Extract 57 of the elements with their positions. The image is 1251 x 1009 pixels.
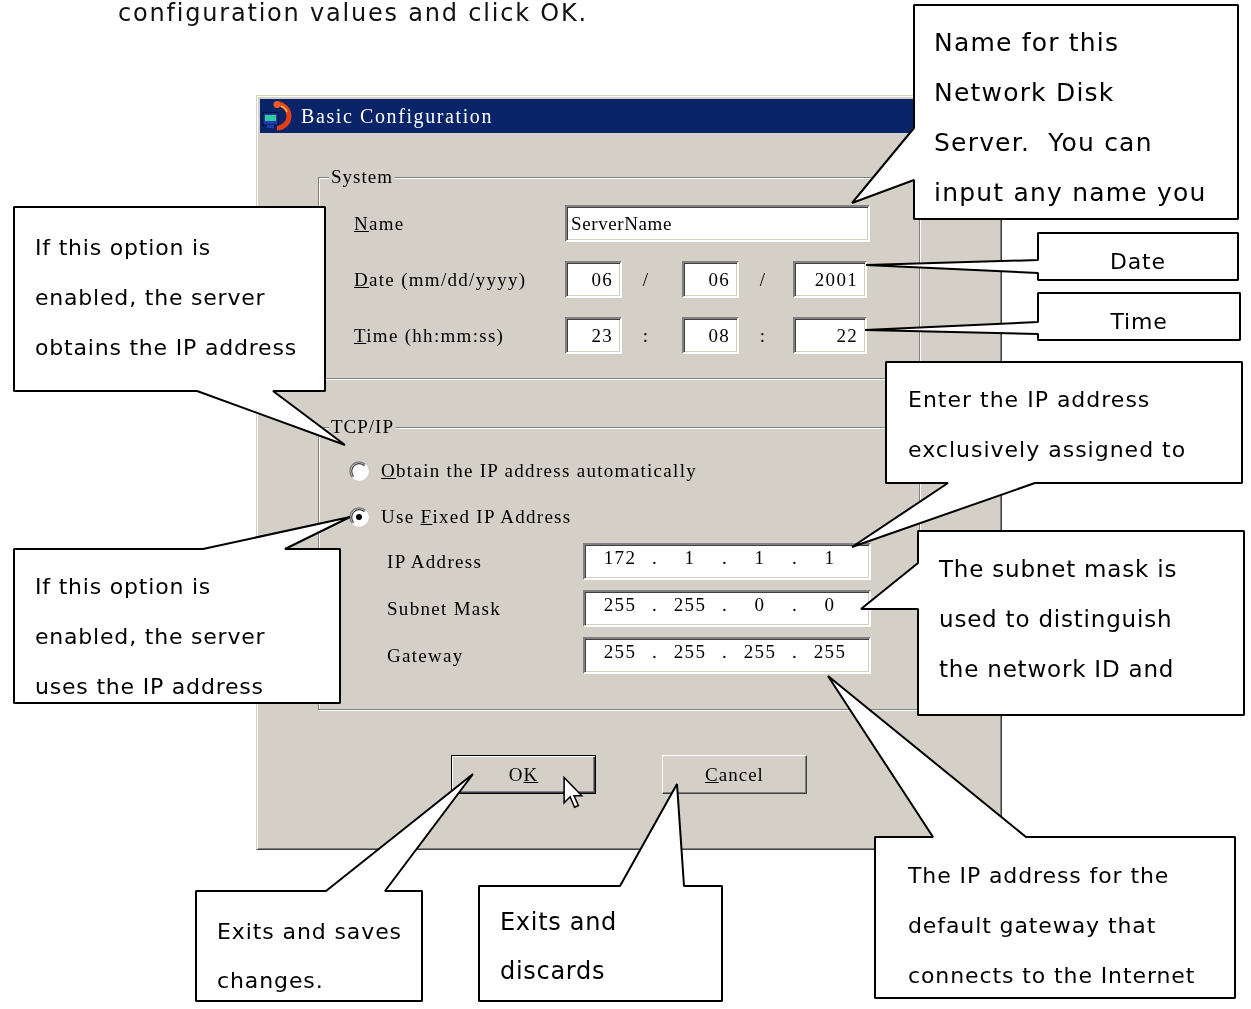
callout-text: If this option is enabled, the server uses the IP address — [35, 574, 266, 700]
date-field[interactable]: 2001 — [793, 261, 867, 298]
ip-octet[interactable]: 0 — [824, 593, 836, 616]
radio-option[interactable]: Obtain the IP address automatically — [349, 459, 697, 483]
time-separator: : — [759, 324, 767, 347]
callout-text: Date — [1110, 249, 1166, 275]
ip-address-field[interactable]: 255 . 255 . 0 . 0 — [583, 590, 871, 627]
ip-dot: . — [791, 593, 799, 616]
field-label: Date (mm/dd/yyyy) — [354, 268, 527, 291]
callout-text: Exits and discards — [500, 909, 618, 986]
ip-dot: . — [651, 546, 659, 569]
ip-dot: . — [651, 593, 659, 616]
time-field[interactable]: 22 — [793, 317, 867, 354]
callout-text: If this option is enabled, the server obtains the IP address — [35, 235, 297, 361]
ip-octet[interactable]: 255 — [813, 640, 847, 663]
ip-octet[interactable]: 255 — [603, 640, 637, 663]
callout-text: Exits and saves changes. — [217, 919, 402, 994]
ip-dot: . — [791, 546, 799, 569]
field-label: IP Address — [387, 550, 483, 573]
callout-text: The subnet mask is used to distinguish the network ID and — [939, 555, 1178, 683]
ip-dot: . — [791, 640, 799, 663]
date-field[interactable]: 06 — [682, 261, 739, 298]
ip-octet[interactable]: 1 — [684, 546, 696, 569]
ip-address-field[interactable]: 172 . 1 . 1 . 1 — [583, 543, 871, 580]
ip-dot: . — [721, 546, 729, 569]
ip-address-field[interactable]: 255 . 255 . 255 . 255 — [583, 637, 871, 674]
ip-dot: . — [721, 593, 729, 616]
date-separator: / — [759, 268, 767, 291]
field-label: Name — [354, 212, 405, 235]
ip-octet[interactable]: 0 — [754, 593, 766, 616]
callout-text: Time — [1110, 309, 1168, 335]
ip-dot: . — [651, 640, 659, 663]
callout-text: The IP address for the default gateway that connects to the Internet — [908, 863, 1196, 989]
callout-text: Enter the IP address exclusively assigned to — [908, 387, 1187, 463]
ip-octet[interactable]: 255 — [673, 640, 707, 663]
ip-octet[interactable]: 255 — [743, 640, 777, 663]
time-field[interactable]: 08 — [682, 317, 739, 354]
instruction-text: configuration values and click OK. — [118, 0, 588, 26]
window-title: Basic Configuration — [301, 104, 494, 128]
ip-dot: . — [721, 640, 729, 663]
field-label: Gateway — [387, 644, 464, 667]
ip-octet[interactable]: 255 — [603, 593, 637, 616]
date-separator: / — [642, 268, 650, 291]
time-field[interactable]: 23 — [565, 317, 622, 354]
callout-text: Name for this Network Disk Server. You can input any name you — [934, 28, 1207, 208]
ip-octet[interactable]: 172 — [603, 546, 637, 569]
name-field[interactable]: ServerName — [565, 205, 870, 242]
ip-octet[interactable]: 1 — [754, 546, 766, 569]
ip-octet[interactable]: 255 — [673, 593, 707, 616]
field-label: Time (hh:mm:ss) — [354, 324, 505, 347]
dialog-button[interactable]: OK — [451, 755, 596, 794]
ip-octet[interactable]: 1 — [824, 546, 836, 569]
radio-option[interactable]: Use Fixed IP Address — [349, 505, 572, 529]
date-field[interactable]: 06 — [565, 261, 622, 298]
dialog-button[interactable]: Cancel — [662, 755, 807, 794]
field-label: Subnet Mask — [387, 597, 502, 620]
time-separator: : — [642, 324, 650, 347]
